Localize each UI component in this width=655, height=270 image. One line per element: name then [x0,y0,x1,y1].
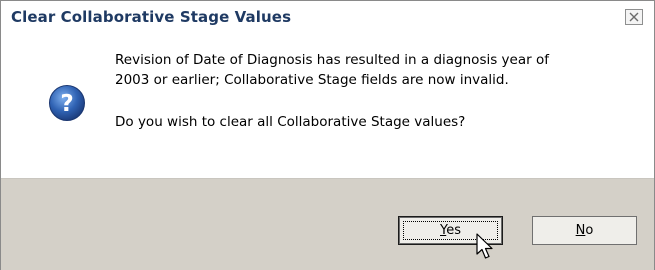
svg-text:?: ? [60,91,73,117]
question-text: Do you wish to clear all Collaborative S… [115,114,466,130]
message-line-1: Revision of Date of Diagnosis has result… [115,52,549,68]
question-icon: ? [49,85,85,121]
button-bar: Yes No [1,178,654,270]
title-bar[interactable]: Clear Collaborative Stage Values [1,1,654,35]
dialog-window: Clear Collaborative Stage Values ? Revis… [0,0,655,270]
close-button[interactable] [625,9,643,25]
dialog-title: Clear Collaborative Stage Values [11,8,292,26]
mouse-cursor-icon [476,233,493,259]
dialog-content: ? Revision of Date of Diagnosis has resu… [1,35,654,178]
no-button[interactable]: No [532,216,637,245]
close-icon [629,12,639,22]
message-line-2: 2003 or earlier; Collaborative Stage fie… [115,72,509,88]
no-label: No [575,223,594,238]
